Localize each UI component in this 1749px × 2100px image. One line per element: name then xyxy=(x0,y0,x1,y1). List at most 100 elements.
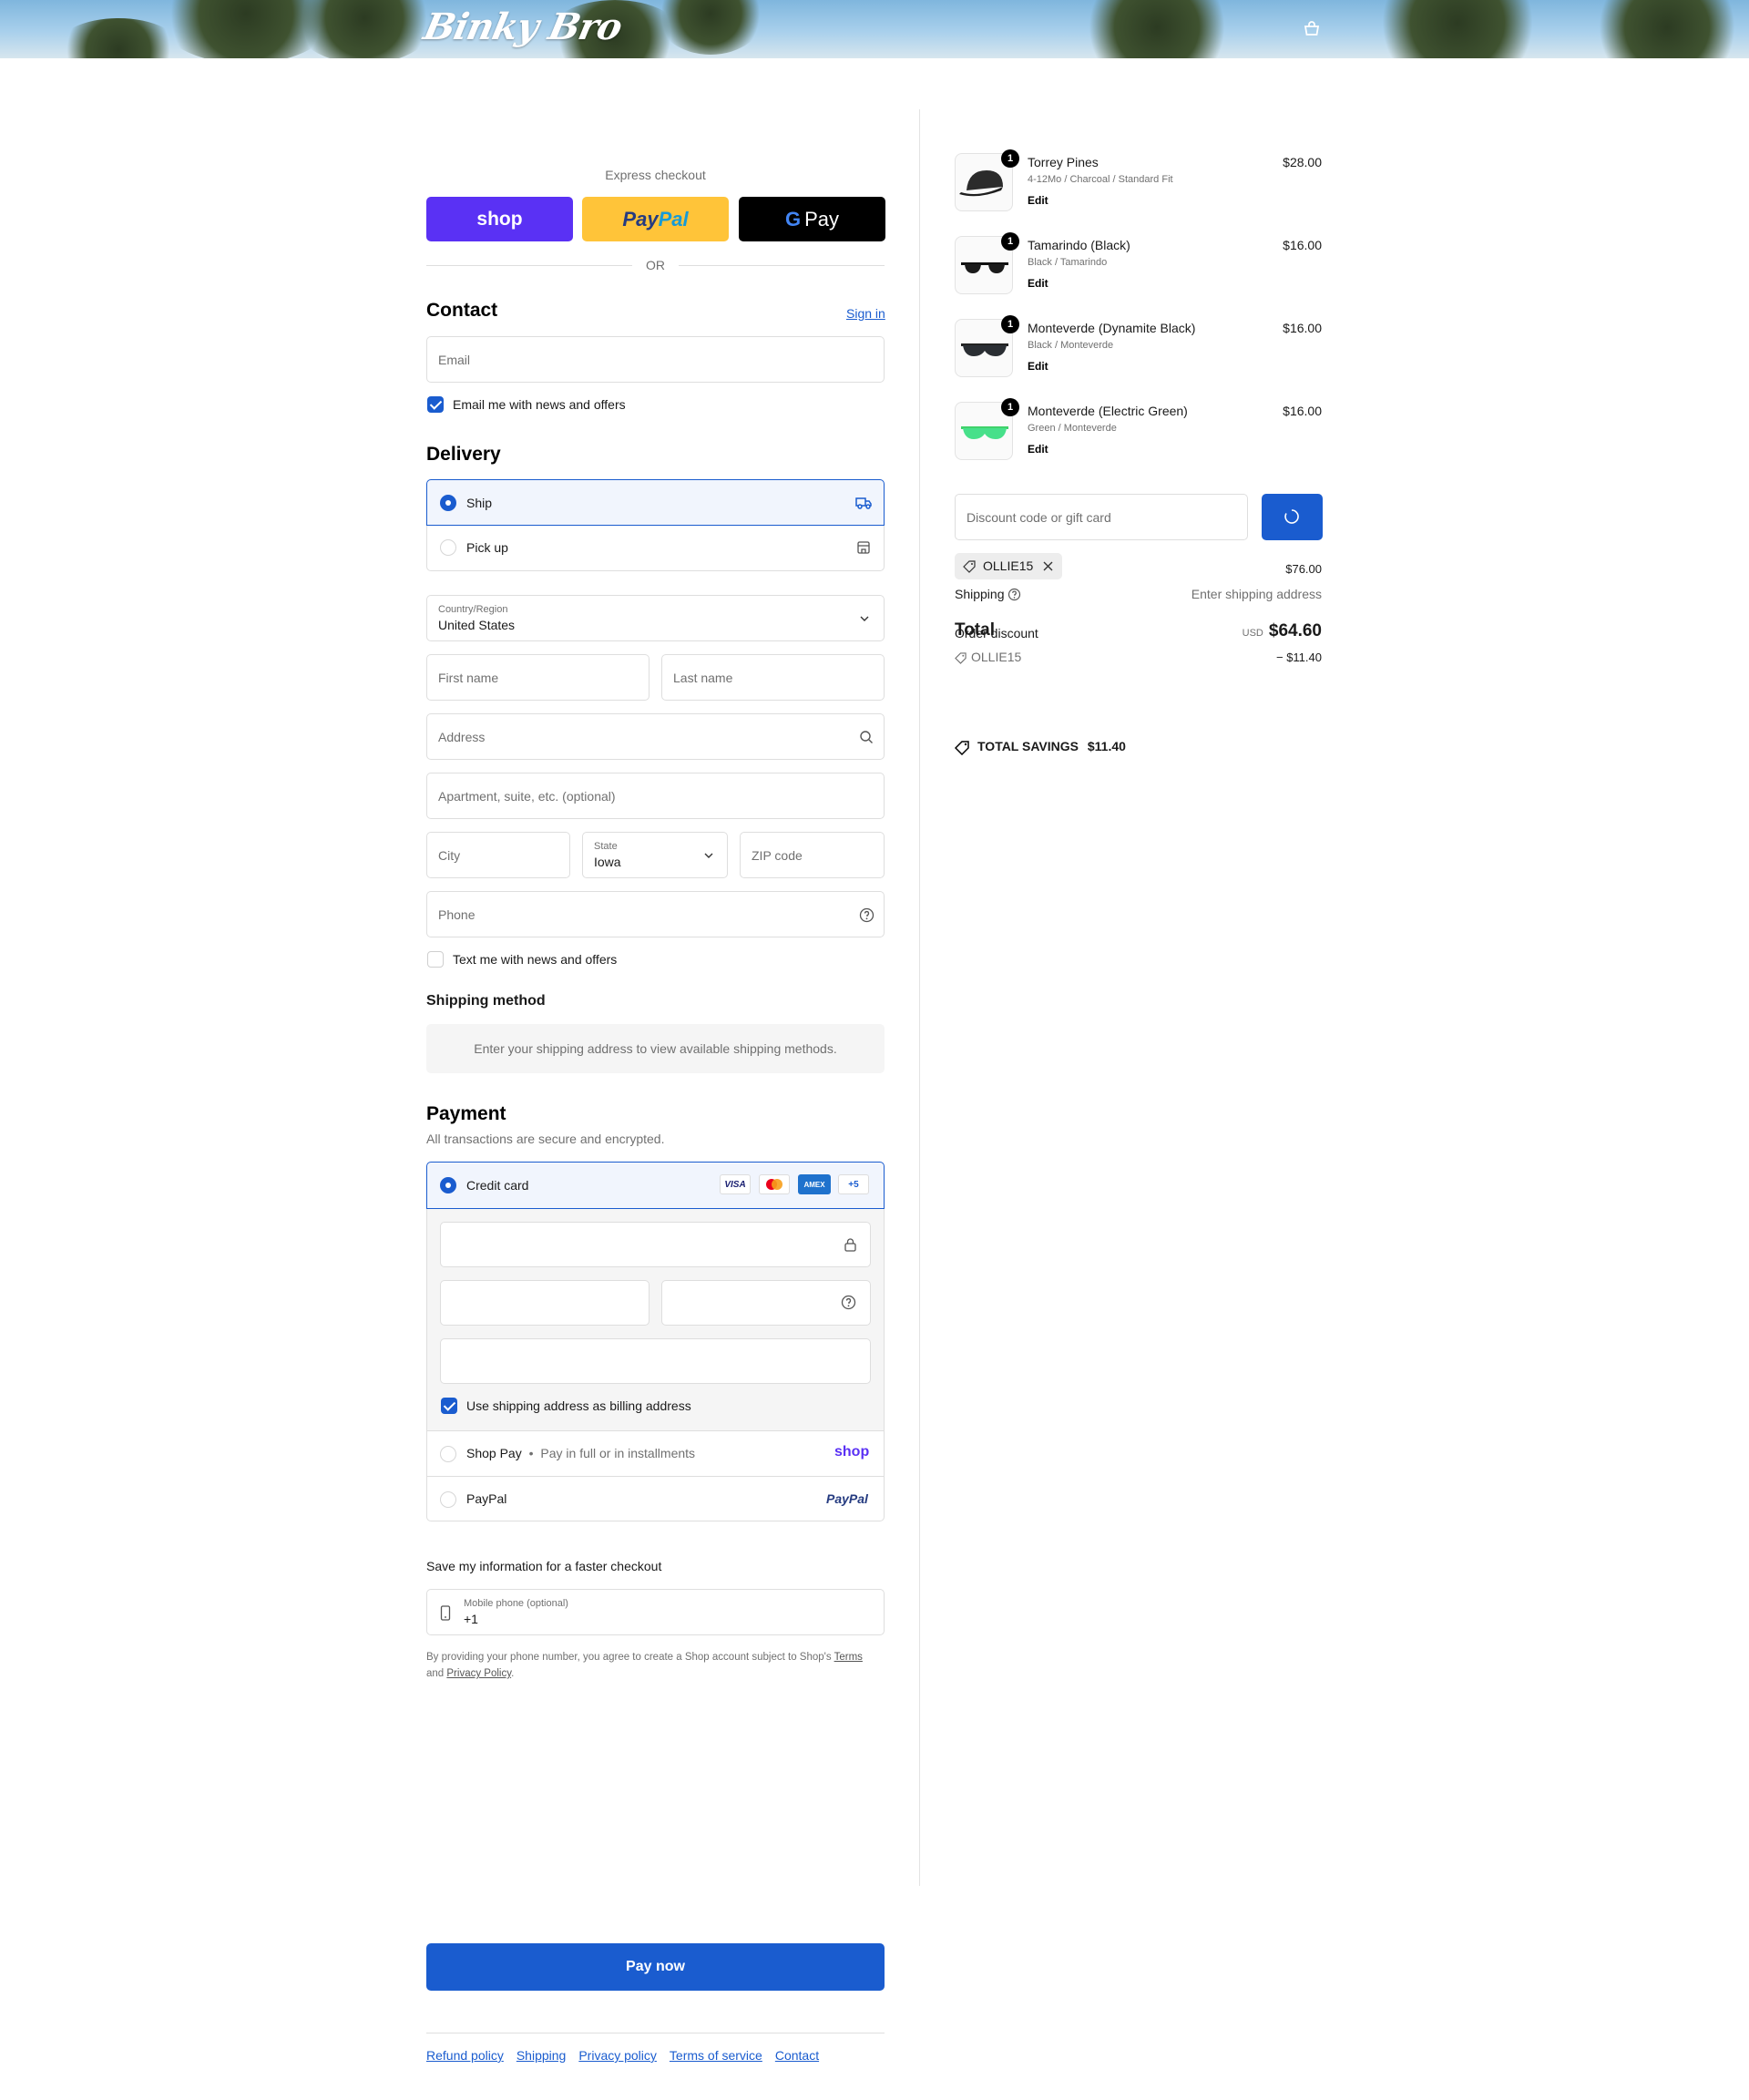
paypal-radio[interactable] xyxy=(440,1491,456,1508)
shop-terms-link[interactable]: Terms xyxy=(834,1652,863,1663)
billing-same-checkbox[interactable] xyxy=(441,1398,457,1414)
total-savings-value: $11.40 xyxy=(1087,739,1126,753)
help-icon[interactable] xyxy=(859,907,874,923)
email-placeholder: Email xyxy=(438,352,471,367)
ship-radio[interactable] xyxy=(440,495,456,511)
pay-now-button[interactable]: Pay now xyxy=(426,1943,885,1991)
shipping-row-value: Enter shipping address xyxy=(1191,587,1322,601)
apply-discount-button[interactable] xyxy=(1262,494,1323,540)
cart-bag-icon[interactable] xyxy=(1303,20,1321,36)
ship-label: Ship xyxy=(466,496,493,510)
shop-pay-option[interactable]: Shop Pay • Pay in full or in installment… xyxy=(426,1430,885,1476)
remove-code-icon[interactable] xyxy=(1043,561,1053,571)
mastercard-icon xyxy=(759,1174,790,1194)
item-edit-link[interactable]: Edit xyxy=(1028,194,1048,207)
apartment-field[interactable]: Apartment, suite, etc. (optional) xyxy=(426,773,885,819)
state-value: Iowa xyxy=(594,855,621,869)
paypal-logo-b: Pal xyxy=(658,207,689,230)
footer-link-terms[interactable]: Terms of service xyxy=(670,2048,762,2063)
shop-pay-label: Shop Pay xyxy=(466,1446,522,1460)
shipping-method-heading: Shipping method xyxy=(426,993,546,1009)
credit-card-label: Credit card xyxy=(466,1178,529,1193)
item-price: $16.00 xyxy=(1283,404,1322,418)
mobile-phone-icon xyxy=(440,1605,451,1621)
item-edit-link[interactable]: Edit xyxy=(1028,443,1048,456)
state-select[interactable]: State Iowa xyxy=(582,832,728,878)
apartment-placeholder: Apartment, suite, etc. (optional) xyxy=(438,788,616,804)
city-field[interactable]: City xyxy=(426,832,570,878)
city-placeholder: City xyxy=(438,847,461,863)
item-edit-link[interactable]: Edit xyxy=(1028,360,1048,373)
paypal-mini-logo: PayPal xyxy=(826,1491,868,1506)
or-divider-left xyxy=(426,265,632,266)
footer-link-contact[interactable]: Contact xyxy=(775,2048,819,2063)
sign-in-link[interactable]: Sign in xyxy=(846,306,885,321)
shipping-method-notice: Enter your shipping address to view avai… xyxy=(426,1024,885,1073)
country-select[interactable]: Country/Region United States xyxy=(426,595,885,641)
address-field[interactable]: Address xyxy=(426,713,885,760)
shop-privacy-link[interactable]: Privacy Policy xyxy=(446,1668,511,1679)
footer-links: Refund policy Shipping Privacy policy Te… xyxy=(426,2048,819,2063)
card-cvv-field[interactable] xyxy=(661,1280,871,1326)
card-name-field[interactable] xyxy=(440,1338,871,1384)
state-label: State xyxy=(594,841,618,852)
last-name-field[interactable]: Last name xyxy=(661,654,885,701)
subtotal-value: $76.00 xyxy=(1285,562,1322,576)
phone-field[interactable]: Phone xyxy=(426,891,885,937)
shop-pay-button[interactable]: shop xyxy=(426,197,573,241)
shipping-row-label: Shipping xyxy=(955,587,1005,601)
item-title: Torrey Pines xyxy=(1028,155,1099,169)
pickup-option[interactable]: Pick up xyxy=(426,526,885,571)
item-title: Tamarindo (Black) xyxy=(1028,238,1130,252)
legal-and: and xyxy=(426,1668,445,1679)
item-title: Monteverde (Electric Green) xyxy=(1028,404,1188,418)
mobile-phone-field[interactable]: Mobile phone (optional) +1 xyxy=(426,1589,885,1635)
text-news-label: Text me with news and offers xyxy=(453,952,618,967)
first-name-field[interactable]: First name xyxy=(426,654,649,701)
help-icon[interactable] xyxy=(841,1295,856,1310)
footer-link-privacy[interactable]: Privacy policy xyxy=(578,2048,657,2063)
shop-pay-sublabel: Pay in full or in installments xyxy=(540,1446,696,1460)
discount-code-label: OLLIE15 xyxy=(971,650,1022,664)
item-price: $28.00 xyxy=(1283,155,1322,169)
google-pay-label: Pay xyxy=(804,207,840,230)
discount-code-placeholder: Discount code or gift card xyxy=(967,509,1111,525)
quantity-badge: 1 xyxy=(1001,398,1019,416)
text-news-checkbox[interactable] xyxy=(427,951,444,968)
credit-card-radio[interactable] xyxy=(440,1177,456,1193)
discount-code-field[interactable]: Discount code or gift card xyxy=(955,494,1248,540)
ship-option[interactable]: Ship xyxy=(426,479,885,526)
email-field[interactable]: Email xyxy=(426,336,885,383)
pickup-radio[interactable] xyxy=(440,539,456,556)
footer-link-refund[interactable]: Refund policy xyxy=(426,2048,504,2063)
mobile-phone-value: +1 xyxy=(464,1612,478,1626)
card-number-field[interactable] xyxy=(440,1222,871,1267)
paypal-option[interactable]: PayPal PayPal xyxy=(426,1476,885,1521)
shop-pay-radio[interactable] xyxy=(440,1446,456,1462)
tag-icon xyxy=(963,560,976,573)
applied-code-tag: OLLIE15 xyxy=(955,553,1062,579)
legal-end: . xyxy=(511,1668,515,1679)
item-edit-link[interactable]: Edit xyxy=(1028,277,1048,290)
help-icon[interactable] xyxy=(1007,588,1021,601)
zip-field[interactable]: ZIP code xyxy=(740,832,885,878)
total-savings-label: TOTAL SAVINGS xyxy=(977,739,1079,753)
item-variant: Black / Tamarindo xyxy=(1028,257,1108,268)
header-banner: Binky Bro xyxy=(0,0,1749,58)
footer-link-shipping[interactable]: Shipping xyxy=(517,2048,567,2063)
lock-icon xyxy=(844,1238,856,1252)
brand-logo[interactable]: Binky Bro xyxy=(420,5,626,48)
total-label: Total xyxy=(955,620,995,640)
more-cards-badge: +5 xyxy=(838,1174,869,1194)
card-expiry-field[interactable] xyxy=(440,1280,649,1326)
paypal-button[interactable]: Pay Pal xyxy=(582,197,729,241)
savings-tag-icon xyxy=(955,741,969,755)
country-label: Country/Region xyxy=(438,604,508,615)
payment-heading: Payment xyxy=(426,1103,506,1124)
google-pay-button[interactable]: G Pay xyxy=(739,197,885,241)
total-amount: USD $64.60 xyxy=(1243,621,1322,641)
paypal-logo-a: Pay xyxy=(622,207,659,230)
shop-pay-mini-logo: shop xyxy=(834,1444,870,1460)
address-placeholder: Address xyxy=(438,729,486,744)
email-news-checkbox[interactable] xyxy=(427,396,444,413)
